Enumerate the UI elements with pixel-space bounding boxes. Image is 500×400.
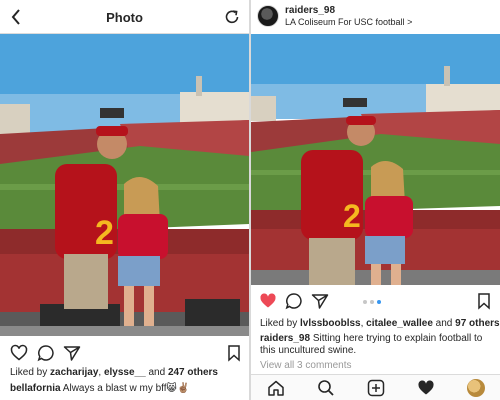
send-icon[interactable] — [63, 344, 81, 362]
likes-and: and — [145, 367, 168, 378]
profile-avatar-icon[interactable] — [467, 379, 485, 397]
post-username[interactable]: raiders_98 — [285, 5, 335, 16]
bookmark-icon[interactable] — [475, 292, 493, 310]
caption-text: Always a blast w my bff😸✌🏽 — [60, 383, 190, 394]
likes-summary: Liked by zacharijay, elysse__ and 247 ot… — [10, 367, 218, 378]
post-photo[interactable]: 2 — [251, 34, 500, 285]
refresh-button[interactable] — [223, 8, 241, 26]
location-chevron-icon: > — [407, 17, 413, 27]
comment-icon[interactable] — [37, 344, 55, 362]
post-photo[interactable]: 2 — [0, 34, 249, 336]
heart-icon-filled[interactable] — [259, 292, 277, 310]
carousel-dot — [363, 300, 367, 304]
right-post-view: raiders_98 LA Coliseum For USC football … — [251, 0, 500, 400]
likes-count-link[interactable]: 97 others — [455, 318, 499, 329]
post-header: raiders_98 LA Coliseum For USC football … — [251, 0, 500, 34]
page-title: Photo — [106, 10, 143, 25]
stadium-photo: 2 — [0, 34, 249, 336]
home-icon[interactable] — [267, 379, 285, 397]
heart-icon[interactable] — [10, 344, 28, 362]
carousel-indicator — [363, 300, 381, 304]
post-caption: bellafornia Always a blast w my bff😸✌🏽 — [10, 383, 189, 394]
post-action-bar — [251, 290, 500, 312]
location-text: LA Coliseum For USC football — [285, 17, 405, 27]
liker-link[interactable]: citalee_wallee — [366, 318, 433, 329]
carousel-dot — [377, 300, 381, 304]
caption-username[interactable]: raiders_98 — [260, 333, 310, 344]
comment-icon[interactable] — [285, 292, 303, 310]
jersey-number: 2 — [343, 198, 361, 234]
add-post-icon[interactable] — [367, 379, 385, 397]
liker-link[interactable]: elysse__ — [104, 367, 146, 378]
search-icon[interactable] — [317, 379, 335, 397]
stadium-photo: 2 — [251, 34, 500, 285]
caption-username[interactable]: bellafornia — [10, 383, 61, 394]
liker-link[interactable]: zacharijay — [50, 367, 98, 378]
left-post-view: Photo 2 Liked by zacharijay, elysse__ an… — [0, 0, 249, 400]
post-action-bar — [0, 342, 249, 364]
post-caption: raiders_98 Sitting here trying to explai… — [260, 333, 496, 357]
likes-summary: Liked by lvlssbooblss, citalee_wallee an… — [260, 318, 500, 329]
liker-link[interactable]: lvlssbooblss — [300, 318, 361, 329]
send-icon[interactable] — [311, 292, 329, 310]
view-comments-link[interactable]: View all 3 comments — [260, 360, 352, 371]
photo-header: Photo — [0, 0, 249, 34]
refresh-icon — [225, 10, 239, 24]
bookmark-icon[interactable] — [225, 344, 243, 362]
avatar[interactable] — [257, 5, 279, 27]
carousel-dot — [370, 300, 374, 304]
likes-count-link[interactable]: 247 others — [168, 367, 218, 378]
post-location[interactable]: LA Coliseum For USC football > — [285, 17, 412, 27]
jersey-number: 2 — [95, 214, 114, 252]
likes-prefix: Liked by — [10, 367, 51, 378]
likes-prefix: Liked by — [260, 318, 301, 329]
likes-and: and — [432, 318, 456, 329]
bottom-nav-bar — [251, 374, 500, 400]
activity-heart-icon[interactable] — [417, 379, 435, 397]
